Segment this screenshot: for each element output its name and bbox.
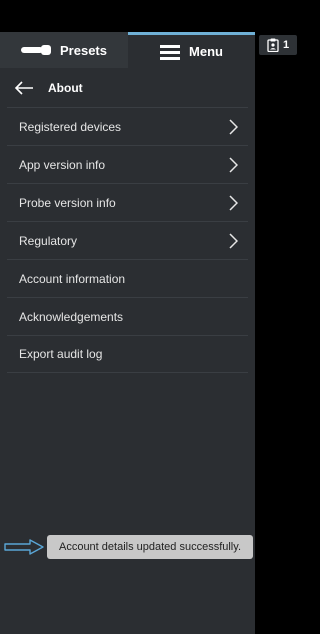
tab-presets-label: Presets [60, 42, 107, 58]
menu-item-export-audit-log[interactable]: Export audit log [7, 335, 248, 373]
menu-item-acknowledgements[interactable]: Acknowledgements [7, 297, 248, 335]
about-header: About [0, 68, 255, 108]
tab-presets[interactable]: Presets [0, 32, 128, 68]
chevron-right-icon [228, 118, 238, 135]
hamburger-menu-icon [160, 44, 181, 60]
menu-item-label: Export audit log [19, 347, 103, 361]
menu-item-label: Regulatory [19, 233, 78, 248]
menu-item-probe-version-info[interactable]: Probe version info [7, 183, 248, 221]
tab-menu[interactable]: Menu [128, 32, 255, 68]
menu-item-account-information[interactable]: Account information [7, 259, 248, 297]
menu-item-label: App version info [19, 157, 106, 172]
badge-count: 1 [282, 39, 290, 51]
tab-menu-label: Menu [189, 44, 223, 59]
arrow-right-icon [4, 539, 44, 560]
probe-icon [21, 44, 51, 56]
app-root: Presets Menu About Registered devices Ap… [0, 0, 300, 634]
back-arrow-icon[interactable] [14, 81, 34, 95]
worklist-badge[interactable]: 1 [259, 35, 297, 55]
right-side-area [255, 0, 300, 634]
toast-message: Account details updated successfully. [58, 541, 241, 553]
chevron-right-icon [228, 194, 238, 211]
menu-item-registered-devices[interactable]: Registered devices [7, 107, 248, 145]
chevron-right-icon [228, 156, 238, 173]
menu-item-label: Account information [19, 271, 126, 286]
top-status-area [0, 0, 255, 32]
tab-bar: Presets Menu [0, 32, 255, 68]
page-title: About [48, 81, 83, 95]
menu-item-regulatory[interactable]: Regulatory [7, 221, 248, 259]
menu-item-app-version-info[interactable]: App version info [7, 145, 248, 183]
toast-notification: Account details updated successfully. [47, 535, 253, 559]
menu-item-label: Registered devices [19, 119, 122, 134]
menu-item-label: Acknowledgements [19, 309, 124, 324]
menu-item-label: Probe version info [19, 195, 116, 210]
clipboard-user-icon [267, 38, 279, 52]
about-menu-list: Registered devices App version info Prob… [0, 107, 255, 373]
chevron-right-icon [228, 232, 238, 249]
